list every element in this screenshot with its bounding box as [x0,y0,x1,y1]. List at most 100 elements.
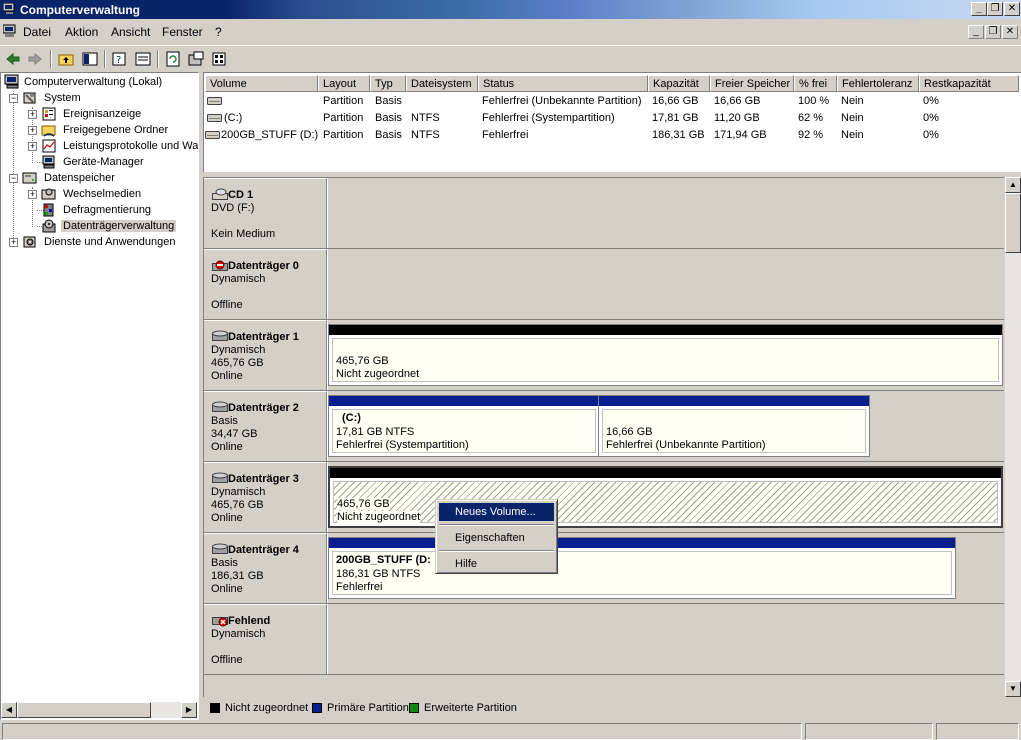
column-header-prozent-frei[interactable]: % frei [794,75,837,92]
properties-button[interactable] [133,49,153,69]
legend-swatch-primary [312,703,322,713]
up-one-level-button[interactable] [56,49,76,69]
disk-row-2[interactable]: Datenträger 2 Basis 34,47 GB Online (C:)… [204,391,1004,462]
menu-ansicht[interactable]: Ansicht [111,25,150,39]
svg-text:?: ? [116,55,121,66]
partition-unallocated[interactable]: 465,76 GB Nicht zugeordnet [328,324,1003,386]
tree-item-geraete-manager[interactable]: Geräte-Manager [4,154,198,170]
disk-map[interactable]: CD 1 DVD (F:) Kein Medium Datenträger 0 … [203,177,1004,697]
disk-row-cd1[interactable]: CD 1 DVD (F:) Kein Medium [204,178,1004,249]
disk-map-vertical-scrollbar[interactable]: ▲ ▼ [1004,177,1021,697]
collapse-icon[interactable]: − [9,94,18,103]
drive-icon [207,114,222,122]
disk-row-4[interactable]: Datenträger 4 Basis 186,31 GB Online 200… [204,533,1004,604]
tree-item-wechselmedien[interactable]: + Wechselmedien [4,186,198,202]
partition-c[interactable]: (C:) 17,81 GB NTFS Fehlerfrei (Systempar… [328,395,600,457]
scroll-right-button[interactable]: ▶ [181,702,197,718]
refresh-button[interactable] [163,49,183,69]
forward-button[interactable] [25,49,45,69]
partition-body: 465,76 GB Nicht zugeordnet [332,338,999,382]
scroll-up-button[interactable]: ▲ [1005,177,1021,193]
column-header-layout[interactable]: Layout [318,75,370,92]
disk-row-1[interactable]: Datenträger 1 Dynamisch 465,76 GB Online… [204,320,1004,391]
scroll-down-button[interactable]: ▼ [1005,681,1021,697]
performance-logs-icon [42,139,56,153]
column-header-kapazitaet[interactable]: Kapazität [648,75,710,92]
expand-icon[interactable]: + [9,238,18,247]
offline-disk-icon [212,260,228,271]
partition-unallocated-selected[interactable]: 465,76 GB Nicht zugeordnet [328,466,1003,528]
tree-item-system[interactable]: − System [4,90,198,106]
column-header-freier-speicher[interactable]: Freier Speicher [710,75,794,92]
expand-icon[interactable]: + [28,190,37,199]
column-header-status[interactable]: Status [478,75,648,92]
column-header-typ[interactable]: Typ [370,75,406,92]
tree-item-leistungsprotokolle[interactable]: + Leistungsprotokolle und War [4,138,198,154]
mdi-minimize-button[interactable]: _ [968,25,984,39]
export-list-icon [188,51,204,66]
expand-icon[interactable]: + [28,142,37,151]
show-hide-tree-icon [82,52,98,66]
partition-unknown[interactable]: 16,66 GB Fehlerfrei (Unbekannte Partitio… [598,395,870,457]
disk-info[interactable]: Datenträger 2 Basis 34,47 GB Online [204,391,327,461]
help-button[interactable]: ? [110,49,130,69]
tree-item-freigegebene-ordner[interactable]: + Freigegebene Ordner [4,122,198,138]
column-header-fehlertoleranz[interactable]: Fehlertoleranz [837,75,919,92]
disk-row-0[interactable]: Datenträger 0 Dynamisch Offline [204,249,1004,320]
volume-row[interactable]: (C:) Partition Basis NTFS Fehlerfrei (Sy… [204,110,1020,127]
export-list-button[interactable] [186,49,206,69]
console-tree[interactable]: Computerverwaltung (Lokal) − System + Er… [0,72,199,720]
services-icon [23,236,36,248]
context-menu-new-volume[interactable]: Neues Volume... [439,503,554,521]
menu-aktion[interactable]: Aktion [65,25,98,39]
volume-row[interactable]: Partition Basis Fehlerfrei (Unbekannte P… [204,93,1020,110]
scroll-thumb[interactable] [17,702,151,718]
volume-list[interactable]: Volume Layout Typ Dateisystem Status Kap… [203,72,1021,172]
disk-row-3[interactable]: Datenträger 3 Dynamisch 465,76 GB Online… [204,462,1004,533]
column-header-volume[interactable]: Volume [205,75,318,92]
disk-info[interactable]: Datenträger 3 Dynamisch 465,76 GB Online [204,462,327,532]
column-header-dateisystem[interactable]: Dateisystem [406,75,478,92]
title-bar[interactable]: Computerverwaltung _ ❐ ✕ [0,0,1021,19]
restore-button[interactable]: ❐ [987,2,1003,16]
tree-item-ereignisanzeige[interactable]: + Ereignisanzeige [4,106,198,122]
disk-info[interactable]: Datenträger 0 Dynamisch Offline [204,249,327,319]
tree-item-dienste[interactable]: + Dienste und Anwendungen [4,234,198,250]
disk-info[interactable]: Fehlend Dynamisch Offline [204,604,327,674]
menu-datei[interactable]: Datei [23,25,51,39]
help-topics-button[interactable] [209,49,229,69]
expand-icon[interactable]: + [28,126,37,135]
tree-item-datenspeicher[interactable]: − Datenspeicher [4,170,198,186]
partition-d[interactable]: 200GB_STUFF (D: 186,31 GB NTFS Fehlerfre… [328,537,956,599]
back-button[interactable] [3,49,23,69]
disk-info[interactable]: Datenträger 4 Basis 186,31 GB Online [204,533,327,603]
scroll-left-button[interactable]: ◀ [1,702,17,718]
mdi-restore-button[interactable]: ❐ [985,25,1001,39]
computer-management-icon [3,3,15,14]
computer-icon [4,74,19,89]
show-hide-tree-button[interactable] [80,49,100,69]
disk-row-fehlend[interactable]: Fehlend Dynamisch Offline [204,604,1004,675]
tree-root[interactable]: Computerverwaltung (Lokal) [4,74,198,90]
column-header-restkapazitaet[interactable]: Restkapazität [919,75,1019,92]
minimize-button[interactable]: _ [971,2,987,16]
volume-row[interactable]: 200GB_STUFF (D:) Partition Basis NTFS Fe… [204,127,1020,144]
context-menu-help[interactable]: Hilfe [439,555,554,573]
scroll-thumb[interactable] [1005,193,1021,253]
disk-map-filler [204,675,1004,697]
disk-info[interactable]: Datenträger 1 Dynamisch 465,76 GB Online [204,320,327,390]
menu-help[interactable]: ? [215,25,222,39]
tree-item-defragmentierung[interactable]: Defragmentierung [4,202,198,218]
tree-item-datentraegerverwaltung[interactable]: Datenträgerverwaltung [4,218,198,234]
mdi-close-button[interactable]: ✕ [1002,25,1018,39]
legend-label-primary: Primäre Partition [327,702,409,714]
context-menu-properties[interactable]: Eigenschaften [439,529,554,547]
partition-color-bar [330,468,1001,478]
disk-info[interactable]: CD 1 DVD (F:) Kein Medium [204,178,327,248]
collapse-icon[interactable]: − [9,174,18,183]
tree-horizontal-scrollbar[interactable]: ◀ ▶ [1,702,197,718]
close-button[interactable]: ✕ [1004,2,1020,16]
expand-icon[interactable]: + [28,110,37,119]
menu-fenster[interactable]: Fenster [162,25,203,39]
disk-area: 465,76 GB Nicht zugeordnet [328,320,1004,390]
